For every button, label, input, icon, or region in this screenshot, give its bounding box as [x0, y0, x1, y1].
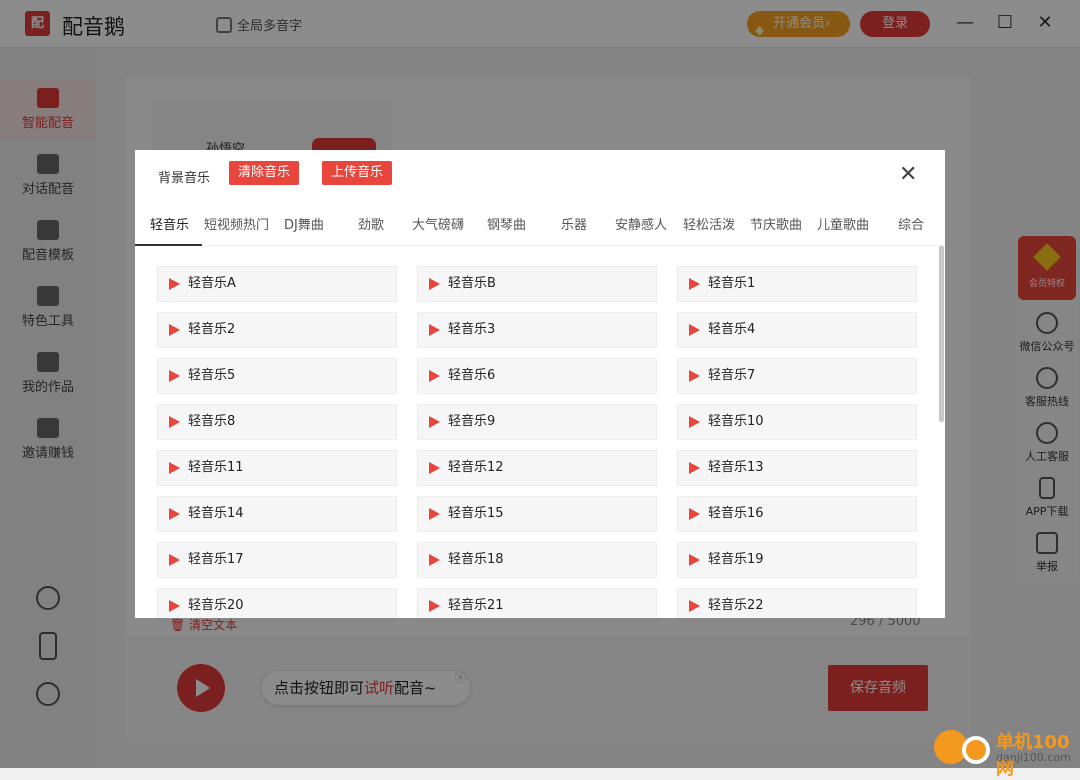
music-track-item[interactable]: 轻音乐22: [677, 588, 917, 618]
watermark-logo-ring: [962, 736, 990, 764]
music-track-label: 轻音乐3: [448, 322, 496, 337]
music-track-label: 轻音乐12: [448, 460, 504, 475]
music-track-item[interactable]: 轻音乐7: [677, 358, 917, 394]
play-icon: [689, 600, 700, 612]
music-track-item[interactable]: 轻音乐17: [157, 542, 397, 578]
play-icon: [429, 554, 440, 566]
music-track-item[interactable]: 轻音乐8: [157, 404, 397, 440]
tab-dj[interactable]: DJ舞曲: [284, 214, 324, 233]
music-track-label: 轻音乐11: [188, 460, 244, 475]
play-icon: [169, 508, 180, 520]
play-icon: [689, 462, 700, 474]
close-icon[interactable]: ✕: [899, 162, 917, 187]
active-tab-indicator: [135, 244, 202, 246]
tab-festival[interactable]: 节庆歌曲: [750, 214, 802, 233]
tab-grand[interactable]: 大气磅礴: [412, 214, 464, 233]
music-track-label: 轻音乐17: [188, 552, 244, 567]
tab-quiet[interactable]: 安静感人: [615, 214, 667, 233]
scrollbar[interactable]: [939, 246, 944, 422]
music-track-item[interactable]: 轻音乐19: [677, 542, 917, 578]
music-track-label: 轻音乐1: [708, 276, 756, 291]
music-track-label: 轻音乐14: [188, 506, 244, 521]
music-track-label: 轻音乐B: [448, 276, 496, 291]
music-track-label: 轻音乐13: [708, 460, 764, 475]
tab-power-songs[interactable]: 劲歌: [358, 214, 384, 233]
music-track-label: 轻音乐22: [708, 598, 764, 613]
play-icon: [429, 278, 440, 290]
clear-music-button[interactable]: 清除音乐: [229, 161, 299, 185]
music-track-item[interactable]: 轻音乐5: [157, 358, 397, 394]
play-icon: [429, 462, 440, 474]
music-track-label: 轻音乐8: [188, 414, 236, 429]
play-icon: [429, 324, 440, 336]
music-track-item[interactable]: 轻音乐2: [157, 312, 397, 348]
music-track-label: 轻音乐4: [708, 322, 756, 337]
tab-short-video[interactable]: 短视频热门: [204, 214, 269, 233]
play-icon: [429, 600, 440, 612]
play-icon: [169, 462, 180, 474]
music-track-item[interactable]: 轻音乐1: [677, 266, 917, 302]
music-category-tabs: 轻音乐 短视频热门 DJ舞曲 劲歌 大气磅礴 钢琴曲 乐器 安静感人 轻松活泼 …: [135, 202, 945, 246]
music-track-item[interactable]: 轻音乐21: [417, 588, 657, 618]
play-icon: [429, 508, 440, 520]
tab-lively[interactable]: 轻松活泼: [683, 214, 735, 233]
music-track-item[interactable]: 轻音乐6: [417, 358, 657, 394]
music-track-item[interactable]: 轻音乐13: [677, 450, 917, 486]
music-track-item[interactable]: 轻音乐12: [417, 450, 657, 486]
music-track-item[interactable]: 轻音乐4: [677, 312, 917, 348]
play-icon: [169, 278, 180, 290]
music-track-label: 轻音乐6: [448, 368, 496, 383]
dialog-title: 背景音乐: [158, 171, 211, 186]
play-icon: [689, 554, 700, 566]
music-track-label: 轻音乐15: [448, 506, 504, 521]
music-track-item[interactable]: 轻音乐B: [417, 266, 657, 302]
play-icon: [169, 600, 180, 612]
play-icon: [169, 416, 180, 428]
music-track-label: 轻音乐10: [708, 414, 764, 429]
music-track-label: 轻音乐A: [188, 276, 236, 291]
music-track-item[interactable]: 轻音乐18: [417, 542, 657, 578]
upload-music-button[interactable]: 上传音乐: [322, 161, 392, 185]
music-track-item[interactable]: 轻音乐15: [417, 496, 657, 532]
music-track-label: 轻音乐16: [708, 506, 764, 521]
tab-mixed[interactable]: 综合: [898, 214, 924, 233]
music-track-label: 轻音乐19: [708, 552, 764, 567]
music-track-item[interactable]: 轻音乐10: [677, 404, 917, 440]
tab-instrument[interactable]: 乐器: [561, 214, 587, 233]
play-icon: [429, 416, 440, 428]
music-track-label: 轻音乐18: [448, 552, 504, 567]
play-icon: [169, 554, 180, 566]
watermark-domain: danji100.com: [996, 751, 1071, 764]
music-track-label: 轻音乐21: [448, 598, 504, 613]
play-icon: [169, 370, 180, 382]
play-icon: [689, 508, 700, 520]
play-icon: [169, 324, 180, 336]
tab-piano[interactable]: 钢琴曲: [487, 214, 526, 233]
music-track-label: 轻音乐5: [188, 368, 236, 383]
tab-children[interactable]: 儿童歌曲: [817, 214, 869, 233]
music-track-label: 轻音乐2: [188, 322, 236, 337]
play-icon: [689, 324, 700, 336]
music-track-item[interactable]: 轻音乐11: [157, 450, 397, 486]
tab-light-music[interactable]: 轻音乐: [150, 214, 189, 233]
music-track-label: 轻音乐20: [188, 598, 244, 613]
play-icon: [429, 370, 440, 382]
music-track-item[interactable]: 轻音乐20: [157, 588, 397, 618]
music-track-label: 轻音乐7: [708, 368, 756, 383]
music-track-item[interactable]: 轻音乐16: [677, 496, 917, 532]
music-track-item[interactable]: 轻音乐3: [417, 312, 657, 348]
play-icon: [689, 370, 700, 382]
music-track-item[interactable]: 轻音乐A: [157, 266, 397, 302]
background-music-dialog: 背景音乐 清除音乐 上传音乐 ✕ 轻音乐 短视频热门 DJ舞曲 劲歌 大气磅礴 …: [135, 150, 945, 618]
play-icon: [689, 278, 700, 290]
music-track-item[interactable]: 轻音乐14: [157, 496, 397, 532]
play-icon: [689, 416, 700, 428]
music-track-label: 轻音乐9: [448, 414, 496, 429]
music-track-item[interactable]: 轻音乐9: [417, 404, 657, 440]
